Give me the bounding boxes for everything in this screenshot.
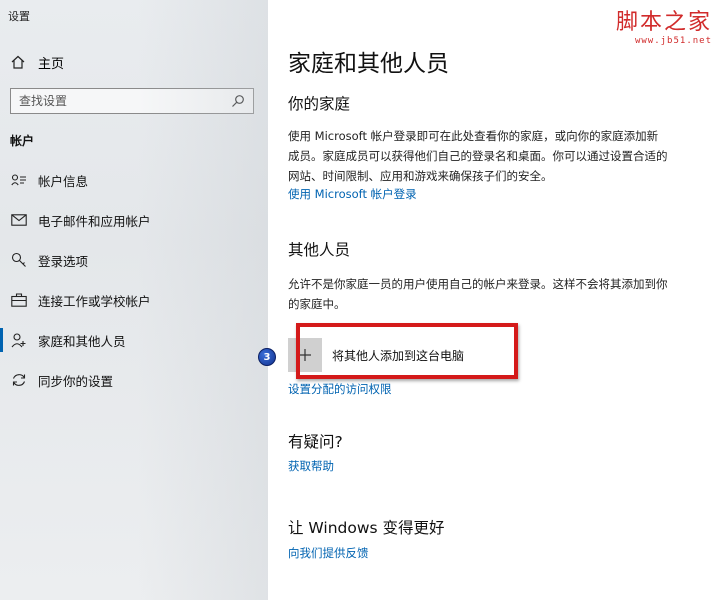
sidebar-item-sign-in-options[interactable]: 登录选项 (0, 240, 268, 280)
sidebar: 设置 主页 帐户 帐户信息 电子邮件和应用帐户 (0, 0, 268, 600)
sidebar-item-label: 家庭和其他人员 (38, 333, 126, 349)
sidebar-item-label: 电子邮件和应用帐户 (38, 213, 151, 229)
mail-icon (10, 214, 28, 226)
others-description: 允许不是你家庭一员的用户使用自己的帐户来登录。这样不会将其添加到你的家庭中。 (288, 277, 668, 311)
page-title: 家庭和其他人员 (288, 51, 449, 77)
plus-icon (288, 338, 322, 372)
sidebar-item-family[interactable]: 家庭和其他人员 (0, 320, 268, 360)
family-description: 使用 Microsoft 帐户登录即可在此处查看你的家庭，或向你的家庭添加新成员… (288, 129, 668, 183)
sidebar-item-work-school[interactable]: 连接工作或学校帐户 (0, 280, 268, 320)
person-card-icon (10, 173, 28, 187)
family-heading: 你的家庭 (288, 95, 351, 113)
sidebar-item-label: 连接工作或学校帐户 (38, 293, 151, 309)
step-badge: 3 (258, 348, 276, 366)
get-help-link[interactable]: 获取帮助 (288, 458, 334, 474)
sidebar-nav: 帐户信息 电子邮件和应用帐户 登录选项 连接工作或学校帐户 家庭和其他人员 同步… (0, 160, 268, 400)
add-other-user-label: 将其他人添加到这台电脑 (332, 348, 465, 363)
feedback-heading: 让 Windows 变得更好 (288, 519, 445, 537)
sidebar-item-label: 同步你的设置 (38, 373, 114, 389)
sync-icon (10, 372, 28, 388)
accounts-section-label: 帐户 (10, 134, 35, 148)
home-nav-item[interactable]: 主页 (10, 52, 64, 72)
search-icon[interactable] (231, 94, 245, 108)
window-title: 设置 (8, 10, 30, 23)
sidebar-item-label: 帐户信息 (38, 173, 89, 189)
sidebar-item-email-accounts[interactable]: 电子邮件和应用帐户 (0, 200, 268, 240)
sidebar-item-sync[interactable]: 同步你的设置 (0, 360, 268, 400)
watermark: 脚本之家 www.jb51.net (616, 4, 712, 46)
give-feedback-link[interactable]: 向我们提供反馈 (288, 545, 369, 561)
sidebar-item-account-info[interactable]: 帐户信息 (0, 160, 268, 200)
assigned-access-link[interactable]: 设置分配的访问权限 (288, 381, 392, 397)
key-icon (10, 252, 28, 268)
microsoft-sign-in-link[interactable]: 使用 Microsoft 帐户登录 (288, 186, 417, 202)
home-icon (10, 54, 30, 70)
help-heading: 有疑问? (288, 433, 343, 451)
watermark-name: 脚本之家 (615, 10, 712, 35)
others-heading: 其他人员 (288, 241, 351, 259)
watermark-url: www.jb51.net (634, 36, 712, 46)
people-icon (10, 332, 28, 348)
home-label: 主页 (38, 56, 65, 72)
search-box[interactable] (10, 88, 254, 114)
sidebar-item-label: 登录选项 (38, 253, 89, 269)
briefcase-icon (10, 293, 28, 307)
main-content: 脚本之家 www.jb51.net 家庭和其他人员 你的家庭 使用 Micros… (268, 0, 720, 600)
add-other-user-button[interactable]: 将其他人添加到这台电脑 (288, 338, 464, 372)
search-input[interactable] (19, 94, 231, 108)
